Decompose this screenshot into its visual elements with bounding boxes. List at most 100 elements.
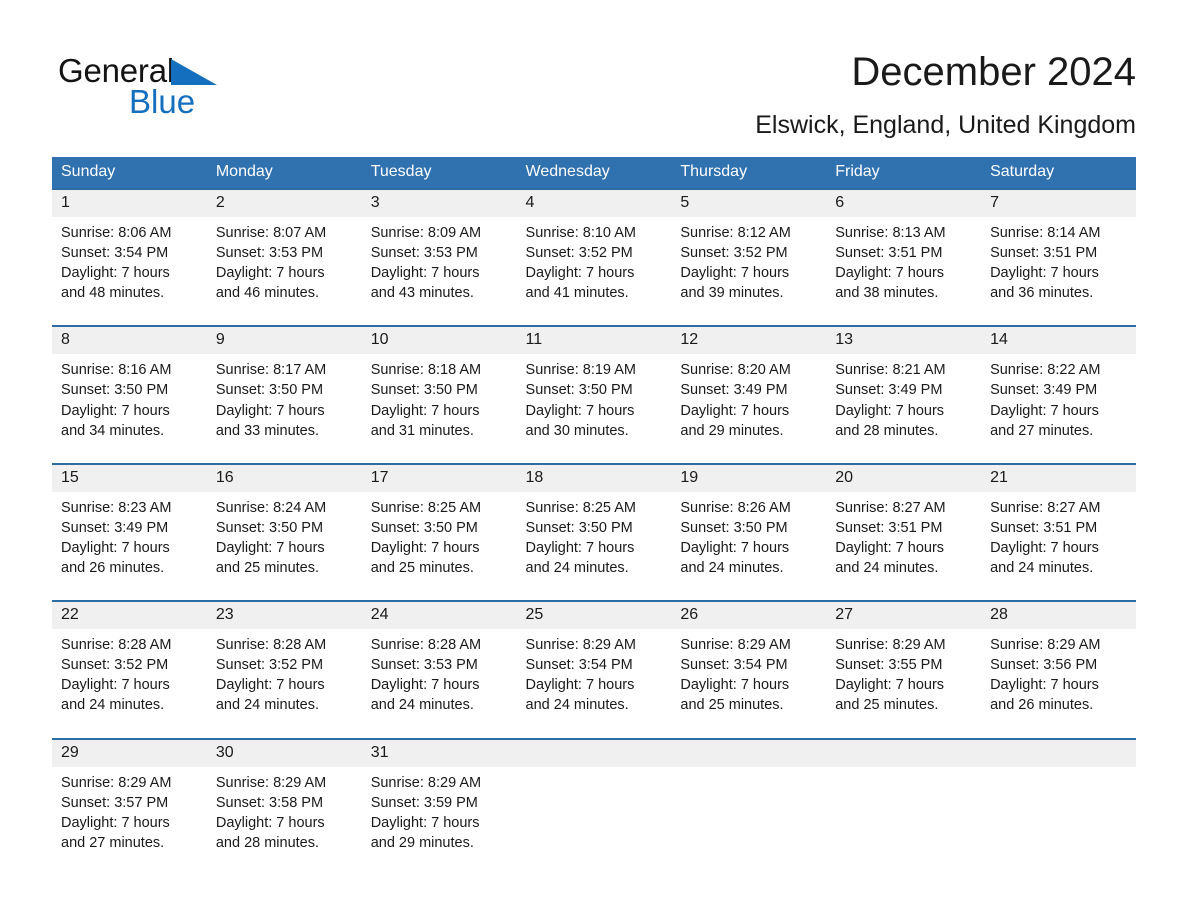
daylight-text-line2: and 24 minutes. bbox=[215, 697, 320, 714]
daylight-text-line2: and 34 minutes. bbox=[61, 422, 165, 439]
daylight-text-line1: Daylight: 7 hours bbox=[61, 539, 170, 556]
calendar-day-cell[interactable]: 21 Sunrise: 8:27 AM Sunset: 3:51 PM Dayligh… bbox=[981, 462, 1136, 579]
calendar-day-cell[interactable]: 20 Sunrise: 8:27 AM Sunset: 3:51 PM Dayligh… bbox=[826, 462, 982, 579]
day-number: 15 bbox=[52, 464, 207, 492]
daylight-text-line2: and 25 minutes. bbox=[835, 697, 939, 714]
calendar-day-cell[interactable]: 14 Sunrise: 8:22 AM Sunset: 3:49 PM Dayligh… bbox=[981, 325, 1136, 441]
daylight-text-line1: Daylight: 7 hours bbox=[370, 814, 480, 831]
day-number: 27 bbox=[826, 602, 982, 630]
calendar-day-cell[interactable]: 4 Sunrise: 8:10 AM Sunset: 3:52 PM Daylight… bbox=[516, 187, 672, 304]
sunset-text: Sunset: 3:50 PM bbox=[525, 519, 633, 536]
day-number: 22 bbox=[52, 602, 207, 630]
calendar-day-cell[interactable]: 5 Sunrise: 8:12 AM Sunset: 3:52 PM Daylight… bbox=[671, 187, 827, 304]
sunset-text: Sunset: 3:54 PM bbox=[61, 245, 169, 262]
daylight-text-line2: and 43 minutes. bbox=[370, 285, 474, 302]
sunset-text: Sunset: 3:53 PM bbox=[370, 245, 478, 262]
day-details: Sunrise: 8:13 AM Sunset: 3:51 PM Daylight:… bbox=[826, 217, 981, 303]
daylight-text-line2: and 24 minutes. bbox=[61, 697, 165, 714]
calendar-day-cell[interactable]: 30 Sunrise: 8:29 AM Sunset: 3:58 PM Dayligh… bbox=[206, 737, 362, 853]
calendar-day-cell[interactable]: 6 Sunrise: 8:13 AM Sunset: 3:51 PM Daylight… bbox=[826, 187, 982, 304]
day-details: Sunrise: 8:19 AM Sunset: 3:50 PM Daylight:… bbox=[517, 354, 672, 440]
weekday-header-friday: Friday bbox=[826, 157, 982, 189]
calendar-day-cell[interactable]: 22 Sunrise: 8:28 AM Sunset: 3:52 PM Dayligh… bbox=[52, 600, 207, 716]
day-number: 31 bbox=[361, 739, 517, 767]
calendar-day-cell[interactable]: 19 Sunrise: 8:26 AM Sunset: 3:50 PM Dayligh… bbox=[671, 462, 827, 579]
calendar-day-cell[interactable]: 12 Sunrise: 8:20 AM Sunset: 3:49 PM Dayligh… bbox=[671, 325, 827, 441]
calendar-day-cell[interactable]: 31 Sunrise: 8:29 AM Sunset: 3:59 PM Dayligh… bbox=[361, 737, 517, 853]
sunrise-text: Sunrise: 8:25 AM bbox=[370, 499, 482, 516]
day-number: 1 bbox=[52, 190, 207, 217]
calendar-day-cell[interactable]: 2 Sunrise: 8:07 AM Sunset: 3:53 PM Daylight… bbox=[206, 187, 362, 304]
day-details: Sunrise: 8:26 AM Sunset: 3:50 PM Daylight:… bbox=[671, 492, 826, 578]
sunrise-text: Sunrise: 8:29 AM bbox=[680, 637, 791, 654]
sunrise-text: Sunrise: 8:29 AM bbox=[215, 774, 327, 791]
day-number: 14 bbox=[981, 327, 1136, 355]
daylight-text-line2: and 36 minutes. bbox=[990, 285, 1094, 302]
sunset-text: Sunset: 3:49 PM bbox=[680, 382, 788, 399]
calendar-day-cell[interactable]: 18 Sunrise: 8:25 AM Sunset: 3:50 PM Dayligh… bbox=[516, 462, 672, 579]
page-title: December 2024 bbox=[851, 50, 1136, 94]
day-details: Sunrise: 8:28 AM Sunset: 3:52 PM Daylight:… bbox=[52, 629, 207, 715]
daylight-text-line2: and 25 minutes. bbox=[370, 560, 474, 577]
sunset-text: Sunset: 3:53 PM bbox=[370, 657, 478, 674]
logo-blue-text: Blue bbox=[129, 83, 196, 120]
day-details: Sunrise: 8:21 AM Sunset: 3:49 PM Daylight:… bbox=[826, 354, 981, 440]
calendar-day-cell[interactable]: 8 Sunrise: 8:16 AM Sunset: 3:50 PM Daylight… bbox=[52, 325, 207, 441]
calendar-day-cell[interactable]: 23 Sunrise: 8:28 AM Sunset: 3:52 PM Dayligh… bbox=[206, 600, 362, 716]
daylight-text-line2: and 46 minutes. bbox=[215, 285, 320, 302]
sunset-text: Sunset: 3:54 PM bbox=[525, 657, 633, 674]
calendar-day-cell[interactable]: 10 Sunrise: 8:18 AM Sunset: 3:50 PM Dayligh… bbox=[361, 325, 517, 441]
sunset-text: Sunset: 3:51 PM bbox=[835, 245, 943, 262]
calendar-day-cell[interactable]: 25 Sunrise: 8:29 AM Sunset: 3:54 PM Dayligh… bbox=[516, 600, 672, 716]
calendar-day-cell[interactable]: 7 Sunrise: 8:14 AM Sunset: 3:51 PM Daylight… bbox=[981, 187, 1136, 304]
daylight-text-line2: and 27 minutes. bbox=[990, 422, 1094, 439]
day-details: Sunrise: 8:17 AM Sunset: 3:50 PM Daylight:… bbox=[207, 354, 362, 440]
calendar-day-cell[interactable]: 15 Sunrise: 8:23 AM Sunset: 3:49 PM Dayligh… bbox=[52, 462, 207, 579]
calendar-week-row: 8 Sunrise: 8:16 AM Sunset: 3:50 PM Daylight… bbox=[52, 325, 1136, 441]
day-number: 29 bbox=[52, 739, 207, 767]
week-spacer-row bbox=[52, 303, 1136, 327]
calendar-page: General Blue December 2024 Elswick, Engl… bbox=[0, 0, 1188, 918]
sunset-text: Sunset: 3:51 PM bbox=[990, 519, 1098, 536]
day-number: 5 bbox=[671, 190, 827, 217]
calendar-day-cell[interactable]: 16 Sunrise: 8:24 AM Sunset: 3:50 PM Dayligh… bbox=[206, 462, 362, 579]
calendar-day-cell[interactable]: 13 Sunrise: 8:21 AM Sunset: 3:49 PM Dayligh… bbox=[826, 325, 982, 441]
sunrise-text: Sunrise: 8:26 AM bbox=[680, 499, 791, 516]
calendar-day-cell[interactable]: 28 Sunrise: 8:29 AM Sunset: 3:56 PM Dayligh… bbox=[981, 600, 1136, 716]
calendar-day-cell[interactable]: 29 Sunrise: 8:29 AM Sunset: 3:57 PM Dayligh… bbox=[52, 737, 207, 853]
weekday-header-monday: Monday bbox=[206, 157, 362, 189]
week-spacer-row bbox=[52, 440, 1136, 464]
sunrise-text: Sunrise: 8:27 AM bbox=[990, 499, 1101, 516]
daylight-text-line1: Daylight: 7 hours bbox=[680, 677, 790, 694]
sunrise-text: Sunrise: 8:29 AM bbox=[61, 774, 172, 791]
calendar-day-cell[interactable]: 1 Sunrise: 8:06 AM Sunset: 3:54 PM Daylight… bbox=[52, 187, 207, 304]
calendar-day-cell[interactable]: 9 Sunrise: 8:17 AM Sunset: 3:50 PM Daylight… bbox=[206, 325, 362, 441]
daylight-text-line1: Daylight: 7 hours bbox=[370, 677, 480, 694]
day-details: Sunrise: 8:29 AM Sunset: 3:59 PM Daylight:… bbox=[362, 767, 517, 853]
daylight-text-line1: Daylight: 7 hours bbox=[525, 677, 635, 694]
sunset-text: Sunset: 3:50 PM bbox=[215, 382, 324, 399]
day-number: 23 bbox=[206, 602, 362, 630]
sunrise-text: Sunrise: 8:29 AM bbox=[370, 774, 482, 791]
sunrise-text: Sunrise: 8:16 AM bbox=[61, 362, 172, 379]
general-blue-logo: General Blue bbox=[58, 52, 258, 124]
sunset-text: Sunset: 3:54 PM bbox=[680, 657, 788, 674]
sunrise-text: Sunrise: 8:18 AM bbox=[370, 362, 482, 379]
sunset-text: Sunset: 3:49 PM bbox=[835, 382, 943, 399]
sunset-text: Sunset: 3:52 PM bbox=[525, 245, 633, 262]
calendar-day-cell[interactable]: 11 Sunrise: 8:19 AM Sunset: 3:50 PM Dayligh… bbox=[516, 325, 672, 441]
sunset-text: Sunset: 3:50 PM bbox=[680, 519, 788, 536]
day-details: Sunrise: 8:29 AM Sunset: 3:57 PM Daylight:… bbox=[52, 767, 207, 853]
calendar-day-cell[interactable]: 3 Sunrise: 8:09 AM Sunset: 3:53 PM Daylight… bbox=[361, 187, 517, 304]
calendar-day-cell[interactable]: 24 Sunrise: 8:28 AM Sunset: 3:53 PM Dayligh… bbox=[361, 600, 517, 716]
calendar-day-cell[interactable]: 27 Sunrise: 8:29 AM Sunset: 3:55 PM Dayligh… bbox=[826, 600, 982, 716]
sunset-text: Sunset: 3:51 PM bbox=[990, 245, 1098, 262]
calendar-day-cell[interactable]: 17 Sunrise: 8:25 AM Sunset: 3:50 PM Dayligh… bbox=[361, 462, 517, 579]
daylight-text-line1: Daylight: 7 hours bbox=[215, 402, 325, 419]
week-spacer-row bbox=[52, 578, 1136, 602]
daylight-text-line2: and 26 minutes. bbox=[61, 560, 165, 577]
sunrise-text: Sunrise: 8:21 AM bbox=[835, 362, 946, 379]
day-number: 19 bbox=[671, 464, 827, 492]
calendar-day-cell[interactable]: 26 Sunrise: 8:29 AM Sunset: 3:54 PM Dayligh… bbox=[671, 600, 827, 716]
day-number: 7 bbox=[981, 190, 1136, 217]
